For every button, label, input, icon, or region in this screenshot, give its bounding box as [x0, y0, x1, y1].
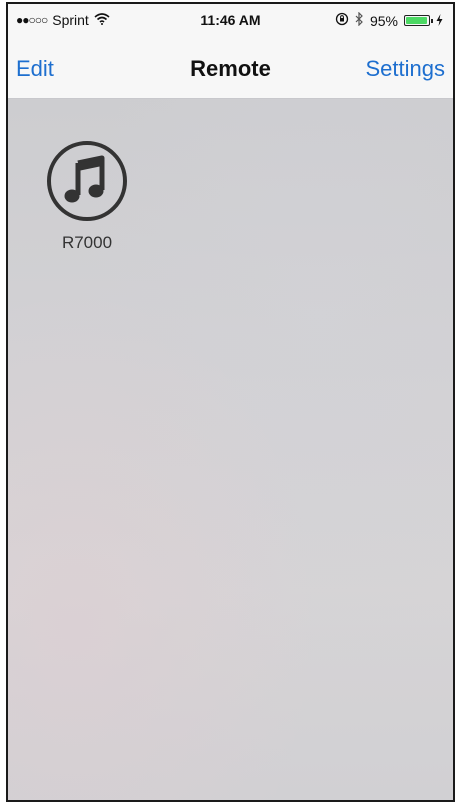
- device-item[interactable]: R7000: [42, 139, 132, 253]
- charging-icon: [436, 13, 443, 29]
- device-list-area: R7000: [8, 99, 453, 800]
- status-right: 95%: [335, 11, 443, 29]
- device-label: R7000: [61, 233, 113, 252]
- phone-screen: ●●○○○ Sprint 11:46 AM 95% Edit Remote Se…: [6, 2, 455, 802]
- navigation-bar: Edit Remote Settings: [8, 38, 453, 99]
- battery-fill: [406, 17, 427, 24]
- battery-percent: 95%: [369, 12, 398, 29]
- status-bar: ●●○○○ Sprint 11:46 AM 95%: [8, 4, 453, 38]
- battery-icon: [404, 15, 433, 26]
- bluetooth-icon: [355, 11, 364, 29]
- battery-cap: [431, 19, 433, 23]
- settings-button[interactable]: Settings: [366, 56, 446, 82]
- orientation-lock-icon: [335, 12, 349, 29]
- music-note-icon: [42, 139, 132, 223]
